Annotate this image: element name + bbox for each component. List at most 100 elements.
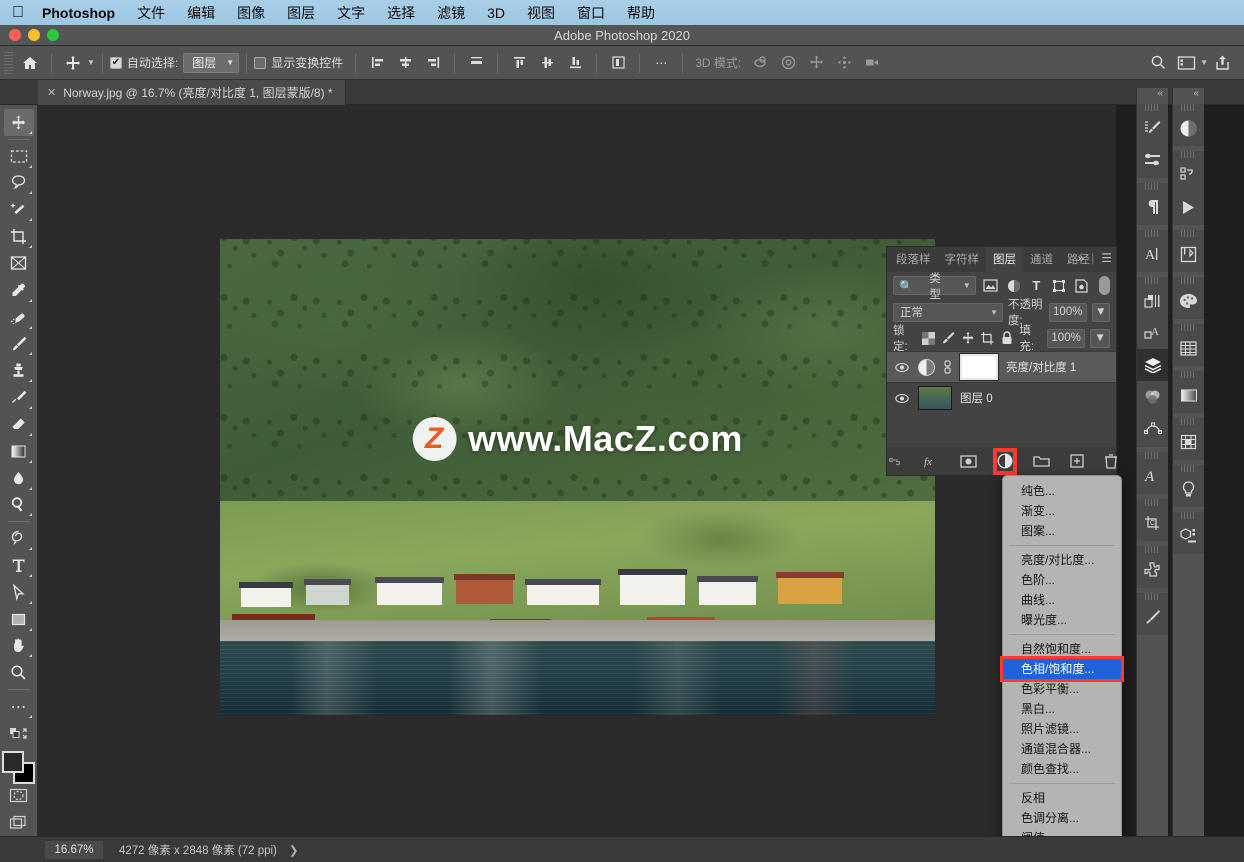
- menu-item-photo-filter[interactable]: 照片滤镜...: [1003, 719, 1121, 739]
- collapse-panels-icon[interactable]: «: [1137, 88, 1168, 102]
- swatches-icon[interactable]: [1173, 332, 1204, 364]
- menu-item-curves[interactable]: 曲线...: [1003, 590, 1121, 610]
- add-mask-button[interactable]: [959, 452, 977, 471]
- slide-3d-icon[interactable]: [830, 50, 858, 76]
- adjustment-layer-thumbnail[interactable]: [918, 358, 935, 376]
- default-colors-icon[interactable]: [4, 720, 34, 747]
- character-icon[interactable]: A: [1137, 238, 1168, 270]
- blur-tool-icon[interactable]: [4, 465, 34, 492]
- collapse-panels-icon[interactable]: «: [1173, 88, 1204, 102]
- share-icon[interactable]: [1208, 50, 1236, 76]
- filter-toggle-switch[interactable]: [1098, 276, 1111, 295]
- zoom-level-field[interactable]: 16.67%: [45, 840, 103, 859]
- type-filter-icon[interactable]: T: [1028, 277, 1044, 294]
- layer-visibility-icon[interactable]: [895, 362, 910, 373]
- menu-item-select[interactable]: 选择: [387, 3, 415, 23]
- dodge-tool-icon[interactable]: [4, 492, 34, 519]
- menu-item-vibrance[interactable]: 自然饱和度...: [1003, 639, 1121, 659]
- brush-tool-icon[interactable]: [4, 331, 34, 358]
- menu-app-name[interactable]: Photoshop: [42, 5, 115, 21]
- workspace-chevron-icon[interactable]: ▼: [1200, 58, 1208, 67]
- workspace-icon[interactable]: [1172, 50, 1200, 76]
- roll-3d-icon[interactable]: [774, 50, 802, 76]
- eraser-tool-icon[interactable]: [4, 411, 34, 438]
- tool-presets-icon[interactable]: [1137, 601, 1168, 633]
- search-icon[interactable]: [1144, 50, 1172, 76]
- orbit-3d-icon[interactable]: [746, 50, 774, 76]
- gradient-tool-icon[interactable]: [4, 438, 34, 465]
- menu-item-layer[interactable]: 图层: [287, 3, 315, 23]
- move-tool-icon[interactable]: [59, 50, 87, 76]
- align-top-icon[interactable]: [505, 50, 533, 76]
- crop-tool-icon[interactable]: [4, 223, 34, 250]
- move-tool-caret-icon[interactable]: ▼: [87, 58, 95, 67]
- menu-item-hue-saturation[interactable]: 色相/饱和度...: [1000, 656, 1124, 682]
- align-left-icon[interactable]: [363, 50, 391, 76]
- fill-stepper-icon[interactable]: ▼: [1090, 328, 1110, 348]
- lock-all-icon[interactable]: [1000, 330, 1015, 347]
- menu-item-filter[interactable]: 滤镜: [437, 3, 465, 23]
- layer-name[interactable]: 图层 0: [960, 390, 993, 406]
- brush-presets-icon[interactable]: [1137, 144, 1168, 176]
- zoom-tool-icon[interactable]: [4, 659, 34, 686]
- paragraph-icon[interactable]: [1137, 191, 1168, 223]
- opacity-stepper-icon[interactable]: ▼: [1091, 302, 1110, 322]
- align-right-icon[interactable]: [419, 50, 447, 76]
- menu-item-gradient[interactable]: 渐变...: [1003, 501, 1121, 521]
- crop-icon[interactable]: C: [1137, 507, 1168, 539]
- show-transform-checkbox[interactable]: [254, 56, 267, 69]
- document-canvas[interactable]: Z www.MacZ.com: [220, 239, 935, 715]
- chevrons-right-icon[interactable]: »: [1077, 251, 1084, 265]
- menu-item-window[interactable]: 窗口: [577, 3, 605, 23]
- menu-item-channel-mixer[interactable]: 通道混合器...: [1003, 739, 1121, 759]
- healing-brush-tool-icon[interactable]: [4, 304, 34, 331]
- menu-item-exposure[interactable]: 曝光度...: [1003, 610, 1121, 630]
- layer-row-image[interactable]: 图层 0: [887, 382, 1116, 413]
- opacity-value[interactable]: 100%: [1048, 302, 1087, 322]
- document-tab[interactable]: ✕ Norway.jpg @ 16.7% (亮度/对比度 1, 图层蒙版/8) …: [38, 80, 346, 105]
- menu-item-color-lookup[interactable]: 颜色查找...: [1003, 759, 1121, 779]
- close-icon[interactable]: ✕: [47, 86, 56, 99]
- layer-thumbnail[interactable]: [918, 386, 952, 410]
- gradients-icon[interactable]: [1173, 379, 1204, 411]
- actions-icon[interactable]: [1173, 159, 1204, 191]
- layer-mask-thumbnail[interactable]: [959, 353, 999, 381]
- type-tool-icon[interactable]: [4, 552, 34, 579]
- quick-mask-icon[interactable]: [4, 782, 34, 809]
- smart-object-filter-icon[interactable]: [1074, 277, 1090, 294]
- home-icon[interactable]: [16, 50, 44, 76]
- align-bottom-icon[interactable]: [561, 50, 589, 76]
- pixel-filter-icon[interactable]: [983, 277, 999, 294]
- tab-character-styles[interactable]: 字符样: [938, 247, 987, 272]
- hand-tool-icon[interactable]: [4, 633, 34, 660]
- history-brush-tool-icon[interactable]: [4, 384, 34, 411]
- camera-3d-icon[interactable]: [858, 50, 886, 76]
- pen-tool-icon[interactable]: [4, 525, 34, 552]
- layer-visibility-icon[interactable]: [895, 393, 910, 404]
- status-menu-icon[interactable]: ❯: [289, 843, 299, 857]
- menu-item-levels[interactable]: 色阶...: [1003, 570, 1121, 590]
- tab-channels[interactable]: 通道: [1023, 247, 1060, 272]
- adjustments-icon[interactable]: [1173, 112, 1204, 144]
- new-adjustment-layer-button[interactable]: [992, 447, 1017, 475]
- lock-position-icon[interactable]: [960, 330, 975, 347]
- menu-item-3d[interactable]: 3D: [487, 5, 505, 21]
- menu-item-solid-color[interactable]: 纯色...: [1003, 481, 1121, 501]
- ellipsis-icon[interactable]: ⋯: [647, 50, 675, 76]
- layer-style-button[interactable]: fx: [923, 452, 940, 471]
- lasso-tool-icon[interactable]: [4, 170, 34, 197]
- menu-item-posterize[interactable]: 色调分离...: [1003, 808, 1121, 828]
- brush-settings-icon[interactable]: [1137, 112, 1168, 144]
- menu-item-brightness-contrast[interactable]: 亮度/对比度...: [1003, 550, 1121, 570]
- auto-select-checkbox[interactable]: ✔: [109, 56, 122, 69]
- color-icon[interactable]: [1173, 285, 1204, 317]
- channels-icon[interactable]: [1137, 381, 1168, 413]
- distribute-horizontal-icon[interactable]: [462, 50, 490, 76]
- learn-icon[interactable]: [1173, 473, 1204, 505]
- new-layer-button[interactable]: [1069, 452, 1084, 471]
- layer-comps-icon[interactable]: [1137, 285, 1168, 317]
- paths-icon[interactable]: [1137, 413, 1168, 445]
- marquee-tool-icon[interactable]: [4, 143, 34, 170]
- move-tool-icon[interactable]: [3, 109, 34, 136]
- timeline-icon[interactable]: [1173, 191, 1204, 223]
